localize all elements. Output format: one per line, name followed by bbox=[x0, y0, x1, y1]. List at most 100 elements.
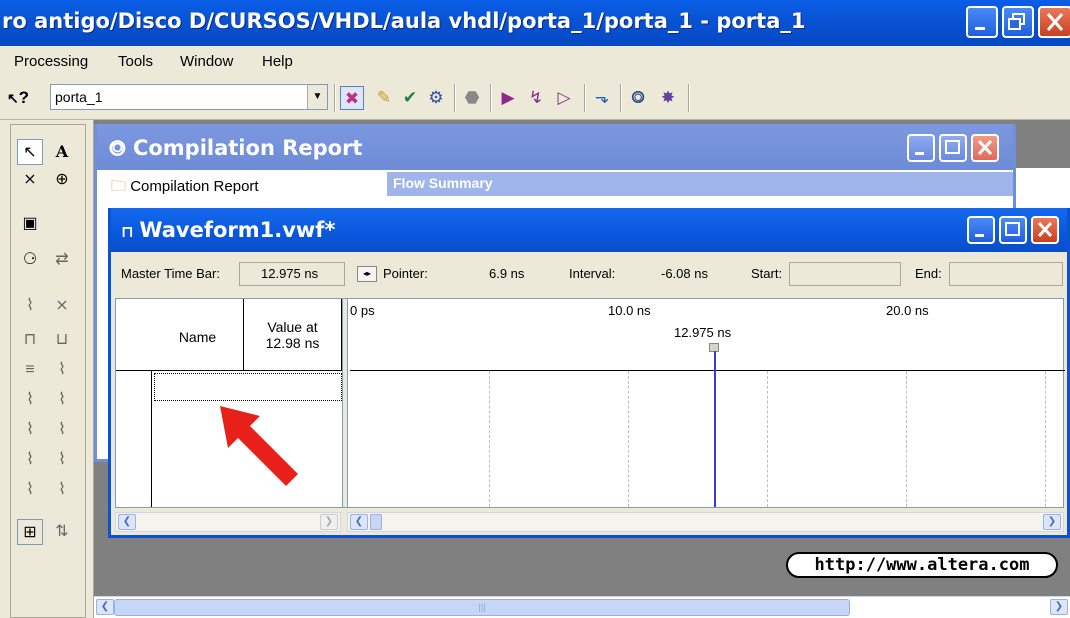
time-bar-toolbar: Master Time Bar: 12.975 ns ◂▸ Pointer: 6… bbox=[111, 256, 1067, 292]
waveform-title: ⊓ Waveform1.vwf* bbox=[121, 218, 336, 242]
toolbar-separator bbox=[584, 84, 586, 112]
report-tree-root[interactable]: 🗀 Compilation Report bbox=[111, 176, 259, 201]
master-time-marker-label: 12.975 ns bbox=[674, 325, 732, 340]
high-impedance-icon[interactable]: ≡ bbox=[17, 357, 43, 383]
edit-pencil-icon[interactable]: ✎ bbox=[372, 86, 396, 110]
start-compilation-icon[interactable]: ▶ bbox=[496, 86, 520, 110]
project-select-value: porta_1 bbox=[55, 89, 103, 105]
scroll-thumb[interactable] bbox=[370, 514, 382, 530]
value-header-line1: Value at bbox=[267, 319, 318, 335]
synthesis-icon[interactable]: ⚙ bbox=[424, 86, 448, 110]
main-horizontal-scrollbar[interactable]: ❮ ||| ❯ bbox=[94, 596, 1070, 618]
arbitrary-value-icon[interactable]: ⌇ bbox=[49, 447, 75, 473]
overwrite-clock-icon[interactable]: ⌇ bbox=[17, 447, 43, 473]
name-column-header[interactable]: Name bbox=[152, 299, 244, 371]
timing-analysis-icon[interactable]: ▷ bbox=[552, 86, 576, 110]
invert-icon[interactable]: ⌇ bbox=[17, 417, 43, 443]
menu-window[interactable]: Window bbox=[180, 53, 233, 70]
minimize-button[interactable] bbox=[966, 6, 998, 38]
tick-label: 0 ps bbox=[350, 303, 375, 318]
value-column-header[interactable]: Value at 12.98 ns bbox=[244, 299, 342, 371]
grid-line bbox=[489, 371, 490, 507]
snap-to-grid-icon[interactable]: ⊞ bbox=[17, 519, 43, 545]
master-time-bar-label: Master Time Bar: bbox=[121, 266, 220, 281]
count-value-icon[interactable]: ⌇ bbox=[49, 417, 75, 443]
whats-this-help-icon[interactable]: ↖? bbox=[6, 86, 30, 110]
weak-low-icon[interactable]: ⌇ bbox=[17, 387, 43, 413]
pane-splitter[interactable] bbox=[342, 299, 348, 507]
stop-icon[interactable]: ⬣ bbox=[460, 86, 484, 110]
full-screen-icon[interactable]: ▣ bbox=[17, 211, 43, 237]
main-title-bar[interactable]: ro antigo/Disco D/CURSOS/VHDL/aula vhdl/… bbox=[0, 0, 1070, 46]
weak-unknown-icon[interactable]: ⌇ bbox=[49, 357, 75, 383]
assembler-icon[interactable]: ✸ bbox=[656, 86, 680, 110]
waveform-title-bar[interactable]: ⊓ Waveform1.vwf* bbox=[111, 208, 1067, 252]
waveform-minimize-button[interactable] bbox=[967, 216, 995, 244]
forcing-low-icon[interactable]: ⊓ bbox=[17, 327, 43, 353]
time-ruler[interactable]: 0 ps 10.0 ns 20.0 ns 12.975 ns bbox=[350, 299, 1065, 371]
toolbar-separator bbox=[620, 84, 622, 112]
restore-icon bbox=[1008, 13, 1025, 30]
minimize-icon bbox=[915, 152, 924, 155]
minimize-icon bbox=[975, 234, 984, 237]
programmer-icon[interactable]: ⭗ bbox=[626, 86, 650, 110]
grid-line bbox=[628, 371, 629, 507]
find-icon[interactable]: ⚆ bbox=[17, 247, 43, 273]
start-field[interactable] bbox=[789, 262, 901, 286]
overwrite-group-icon[interactable]: ⌇ bbox=[49, 477, 75, 503]
tick-label: 20.0 ns bbox=[886, 303, 929, 318]
grid-line bbox=[1045, 371, 1046, 507]
menu-tools[interactable]: Tools bbox=[118, 53, 153, 70]
selection-tool-icon[interactable]: ↖ bbox=[17, 139, 43, 165]
analysis-icon[interactable]: ✔ bbox=[398, 86, 422, 110]
report-maximize-button[interactable] bbox=[939, 134, 967, 162]
selected-empty-row[interactable] bbox=[154, 373, 342, 401]
sort-icon[interactable]: ⇅ bbox=[49, 519, 75, 545]
compilation-report-title-bar[interactable]: ⭗ Compilation Report bbox=[97, 124, 1013, 170]
scroll-left-icon[interactable]: ❮ bbox=[96, 599, 114, 615]
uninitialized-icon[interactable]: ⌇ bbox=[17, 293, 43, 319]
close-button[interactable] bbox=[1038, 6, 1070, 38]
close-icon bbox=[1037, 221, 1053, 238]
report-minimize-button[interactable] bbox=[907, 134, 935, 162]
report-close-button[interactable] bbox=[971, 134, 999, 162]
waveform-close-button[interactable] bbox=[1031, 216, 1059, 244]
chevron-down-icon[interactable]: ▼ bbox=[307, 85, 327, 109]
master-time-bar-line[interactable] bbox=[714, 351, 716, 507]
project-hierarchy-select[interactable]: porta_1 ▼ bbox=[50, 84, 328, 110]
waveform-edit-icon[interactable]: ⨯ bbox=[17, 167, 43, 193]
time-bar-spinner[interactable]: ◂▸ bbox=[357, 266, 377, 282]
simulator-icon[interactable]: ⬎ bbox=[590, 86, 614, 110]
waveform-window-icon: ⊓ bbox=[121, 222, 140, 241]
dont-care-icon[interactable]: ⨯ bbox=[49, 293, 75, 319]
names-horizontal-scrollbar[interactable]: ❮ ❯ bbox=[115, 512, 341, 532]
start-analysis-icon[interactable]: ↯ bbox=[524, 86, 548, 110]
weak-high-icon[interactable]: ⌇ bbox=[49, 387, 75, 413]
scroll-right-icon[interactable]: ❯ bbox=[320, 514, 338, 530]
zoom-icon[interactable]: ⊕ bbox=[49, 167, 75, 193]
restore-button[interactable] bbox=[1002, 6, 1034, 38]
toolbar-separator bbox=[334, 84, 336, 112]
waveform-maximize-button[interactable] bbox=[999, 216, 1027, 244]
random-values-icon[interactable]: ⌇ bbox=[17, 477, 43, 503]
scroll-right-icon[interactable]: ❯ bbox=[1043, 514, 1061, 530]
close-icon bbox=[1046, 13, 1064, 31]
end-field[interactable] bbox=[949, 262, 1063, 286]
toolbar: ↖? porta_1 ▼ ✖ ✎ ✔ ⚙ ⬣ ▶ ↯ ▷ ⬎ ⭗ ✸ bbox=[0, 78, 1070, 120]
altera-url-label[interactable]: http://www.altera.com bbox=[786, 552, 1058, 578]
waveform-horizontal-scrollbar[interactable]: ❮ ❯ bbox=[347, 512, 1064, 532]
scroll-right-icon[interactable]: ❯ bbox=[1050, 599, 1068, 615]
scroll-left-icon[interactable]: ❮ bbox=[118, 514, 136, 530]
scroll-left-icon[interactable]: ❮ bbox=[350, 514, 368, 530]
grid-line bbox=[906, 371, 907, 507]
text-tool-icon[interactable]: A bbox=[49, 139, 75, 165]
replace-icon[interactable]: ⇄ bbox=[49, 247, 75, 273]
close-icon bbox=[977, 139, 993, 156]
scroll-thumb[interactable]: ||| bbox=[114, 599, 850, 616]
compile-icon[interactable]: ✖ bbox=[340, 86, 364, 110]
menu-help[interactable]: Help bbox=[262, 53, 293, 70]
forcing-high-icon[interactable]: ⊔ bbox=[49, 327, 75, 353]
menu-processing[interactable]: Processing bbox=[14, 53, 88, 70]
index-header bbox=[116, 299, 152, 371]
master-time-bar-value: 12.975 ns bbox=[261, 266, 319, 281]
